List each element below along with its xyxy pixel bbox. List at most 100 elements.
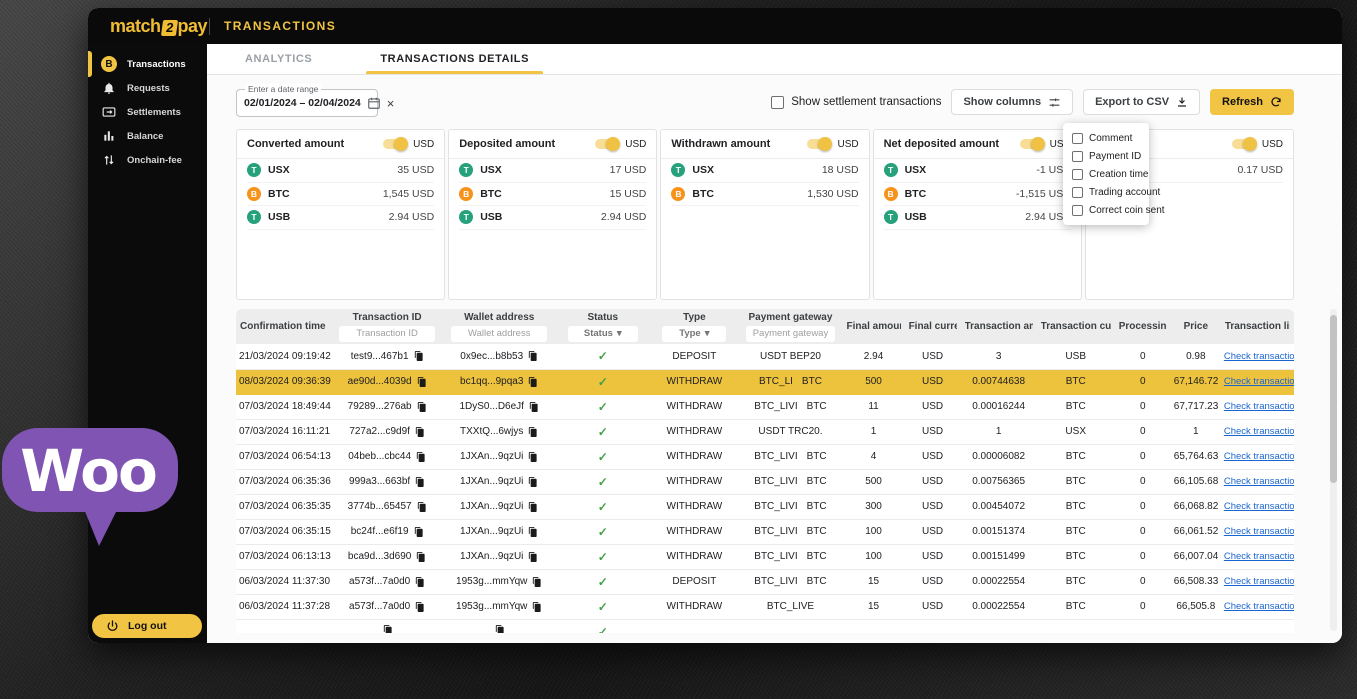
copy-icon[interactable] bbox=[414, 476, 425, 488]
refresh-button[interactable]: Refresh bbox=[1210, 89, 1294, 115]
table-row[interactable]: 21/03/2024 09:19:42test9...467b10x9ec...… bbox=[236, 344, 1294, 369]
table-row[interactable]: 06/03/2024 11:37:28a573f...7a0d01953g...… bbox=[236, 594, 1294, 619]
table-row[interactable]: 07/03/2024 18:49:4479289...276ab1DyS0...… bbox=[236, 394, 1294, 419]
copy-icon[interactable] bbox=[531, 576, 542, 588]
table-row-partial[interactable]: ✓ bbox=[236, 619, 1294, 633]
menu-checkbox[interactable] bbox=[1072, 169, 1083, 180]
show-settlement-checkbox-group[interactable]: Show settlement transactions bbox=[771, 96, 941, 109]
check-transaction-link[interactable]: Check transaction bbox=[1224, 376, 1294, 387]
check-transaction-link[interactable]: Check transaction bbox=[1224, 526, 1294, 537]
check-transaction-link[interactable]: Check transaction bbox=[1224, 451, 1294, 462]
copy-icon[interactable] bbox=[527, 426, 538, 438]
copy-icon[interactable] bbox=[527, 526, 538, 538]
sidebar-item-transactions[interactable]: BTransactions bbox=[88, 52, 207, 76]
copy-icon[interactable] bbox=[382, 624, 393, 633]
check-transaction-link[interactable]: Check transaction bbox=[1224, 551, 1294, 562]
settlement-checkbox-label: Show settlement transactions bbox=[791, 96, 941, 108]
copy-icon[interactable] bbox=[414, 576, 425, 588]
clear-date-icon[interactable]: × bbox=[387, 97, 395, 110]
copy-icon[interactable] bbox=[414, 426, 425, 438]
sidebar-item-settlements[interactable]: Settlements bbox=[88, 100, 207, 124]
copy-icon[interactable] bbox=[527, 501, 538, 513]
copy-icon[interactable] bbox=[527, 551, 538, 563]
gateway-currency-badge: BTC bbox=[807, 401, 827, 412]
status-filter-select[interactable]: Status▾ bbox=[568, 326, 638, 342]
menu-checkbox[interactable] bbox=[1072, 151, 1083, 162]
logout-button[interactable]: Log out bbox=[92, 614, 202, 638]
card-coin-row: TUSB2.94 USD bbox=[884, 206, 1071, 230]
check-transaction-link[interactable]: Check transaction bbox=[1224, 501, 1294, 512]
copy-icon[interactable] bbox=[416, 401, 427, 413]
copy-icon[interactable] bbox=[414, 601, 425, 613]
transaction_id-filter-input[interactable] bbox=[339, 326, 435, 342]
export-csv-button[interactable]: Export to CSV bbox=[1083, 89, 1200, 115]
usd-toggle[interactable] bbox=[383, 139, 407, 149]
check-transaction-link[interactable]: Check transaction bbox=[1224, 601, 1294, 612]
cell-price: 66,105.68 bbox=[1171, 469, 1221, 494]
copy-icon[interactable] bbox=[528, 401, 539, 413]
columns-menu-item-payment-id[interactable]: Payment ID bbox=[1063, 147, 1149, 165]
tab-analytics[interactable]: ANALYTICS bbox=[237, 44, 320, 74]
copy-icon[interactable] bbox=[527, 476, 538, 488]
copy-icon[interactable] bbox=[415, 451, 426, 463]
check-transaction-link[interactable]: Check transaction bbox=[1224, 401, 1294, 412]
copy-icon[interactable] bbox=[531, 601, 542, 613]
sidebar-item-requests[interactable]: Requests bbox=[88, 76, 207, 100]
usd-toggle[interactable] bbox=[807, 139, 831, 149]
columns-menu-item-correct-coin-sent[interactable]: Correct coin sent bbox=[1063, 201, 1149, 219]
menu-checkbox[interactable] bbox=[1072, 133, 1083, 144]
copy-icon[interactable] bbox=[416, 376, 427, 388]
check-transaction-link[interactable]: Check transaction bbox=[1224, 426, 1294, 437]
table-row[interactable]: 07/03/2024 16:11:21727a2...c9d9fTXXtQ...… bbox=[236, 419, 1294, 444]
table-row[interactable]: 06/03/2024 11:37:30a573f...7a0d01953g...… bbox=[236, 569, 1294, 594]
copy-icon[interactable] bbox=[527, 350, 538, 362]
cell-wallet-address: 1JXAn...9qzUi bbox=[443, 444, 555, 469]
cell-transaction-link: Check transaction bbox=[1221, 469, 1294, 494]
calendar-icon[interactable] bbox=[367, 96, 381, 110]
btc-icon: B bbox=[671, 187, 685, 201]
tabs: ANALYTICS TRANSACTIONS DETAILS bbox=[207, 44, 1342, 75]
success-check-icon: ✓ bbox=[598, 375, 608, 389]
table-row[interactable]: 07/03/2024 06:35:36999a3...663bf1JXAn...… bbox=[236, 469, 1294, 494]
type-filter-select[interactable]: Type▾ bbox=[662, 326, 726, 342]
copy-icon[interactable] bbox=[416, 501, 427, 513]
column-header-confirmation-time[interactable]: Confirmation time ↓ bbox=[236, 309, 331, 344]
copy-icon[interactable] bbox=[527, 451, 538, 463]
settlement-checkbox[interactable] bbox=[771, 96, 784, 109]
columns-menu-item-creation-time[interactable]: Creation time bbox=[1063, 165, 1149, 183]
check-transaction-link[interactable]: Check transaction bbox=[1224, 351, 1294, 362]
usd-toggle[interactable] bbox=[1232, 139, 1256, 149]
show-columns-button[interactable]: Show columns bbox=[951, 89, 1073, 115]
wallet_address-filter-input[interactable] bbox=[451, 326, 547, 342]
tab-transactions-details[interactable]: TRANSACTIONS DETAILS bbox=[372, 44, 537, 74]
usd-toggle[interactable] bbox=[595, 139, 619, 149]
sidebar-item-balance[interactable]: Balance bbox=[88, 124, 207, 148]
copy-icon[interactable] bbox=[413, 526, 424, 538]
table-row[interactable]: 07/03/2024 06:13:13bca9d...3d6901JXAn...… bbox=[236, 544, 1294, 569]
menu-checkbox[interactable] bbox=[1072, 205, 1083, 216]
cell-processing-fee: 0 bbox=[1115, 444, 1171, 469]
menu-checkbox[interactable] bbox=[1072, 187, 1083, 198]
cell-status: ✓ bbox=[555, 469, 650, 494]
cell-transaction-link: Check transaction bbox=[1221, 569, 1294, 594]
check-transaction-link[interactable]: Check transaction bbox=[1224, 576, 1294, 587]
columns-menu-item-trading-account[interactable]: Trading account bbox=[1063, 183, 1149, 201]
usd-toggle[interactable] bbox=[1020, 139, 1044, 149]
cell-wallet-address: 1JXAn...9qzUi bbox=[443, 469, 555, 494]
table-row[interactable]: 07/03/2024 06:54:1304beb...cbc441JXAn...… bbox=[236, 444, 1294, 469]
table-row[interactable]: 08/03/2024 09:36:39ae90d...4039dbc1qq...… bbox=[236, 369, 1294, 394]
table-row[interactable]: 07/03/2024 06:35:353774b...654571JXAn...… bbox=[236, 494, 1294, 519]
payment_gateway-filter-input[interactable] bbox=[746, 326, 834, 342]
table-row[interactable]: 07/03/2024 06:35:15bc24f...e6f191JXAn...… bbox=[236, 519, 1294, 544]
cell-final-amount: 2.94 bbox=[843, 344, 905, 369]
copy-icon[interactable] bbox=[494, 624, 505, 633]
cell-transaction-id: ae90d...4039d bbox=[331, 369, 443, 394]
scrollbar-thumb[interactable] bbox=[1330, 315, 1337, 483]
copy-icon[interactable] bbox=[527, 376, 538, 388]
date-range-input[interactable]: Enter a date range 02/01/2024 – 02/04/20… bbox=[236, 89, 378, 117]
check-transaction-link[interactable]: Check transaction bbox=[1224, 476, 1294, 487]
copy-icon[interactable] bbox=[415, 551, 426, 563]
sidebar-item-onchain-fee[interactable]: Onchain-fee bbox=[88, 148, 207, 172]
copy-icon[interactable] bbox=[413, 350, 424, 362]
columns-menu-item-comment[interactable]: Comment bbox=[1063, 129, 1149, 147]
